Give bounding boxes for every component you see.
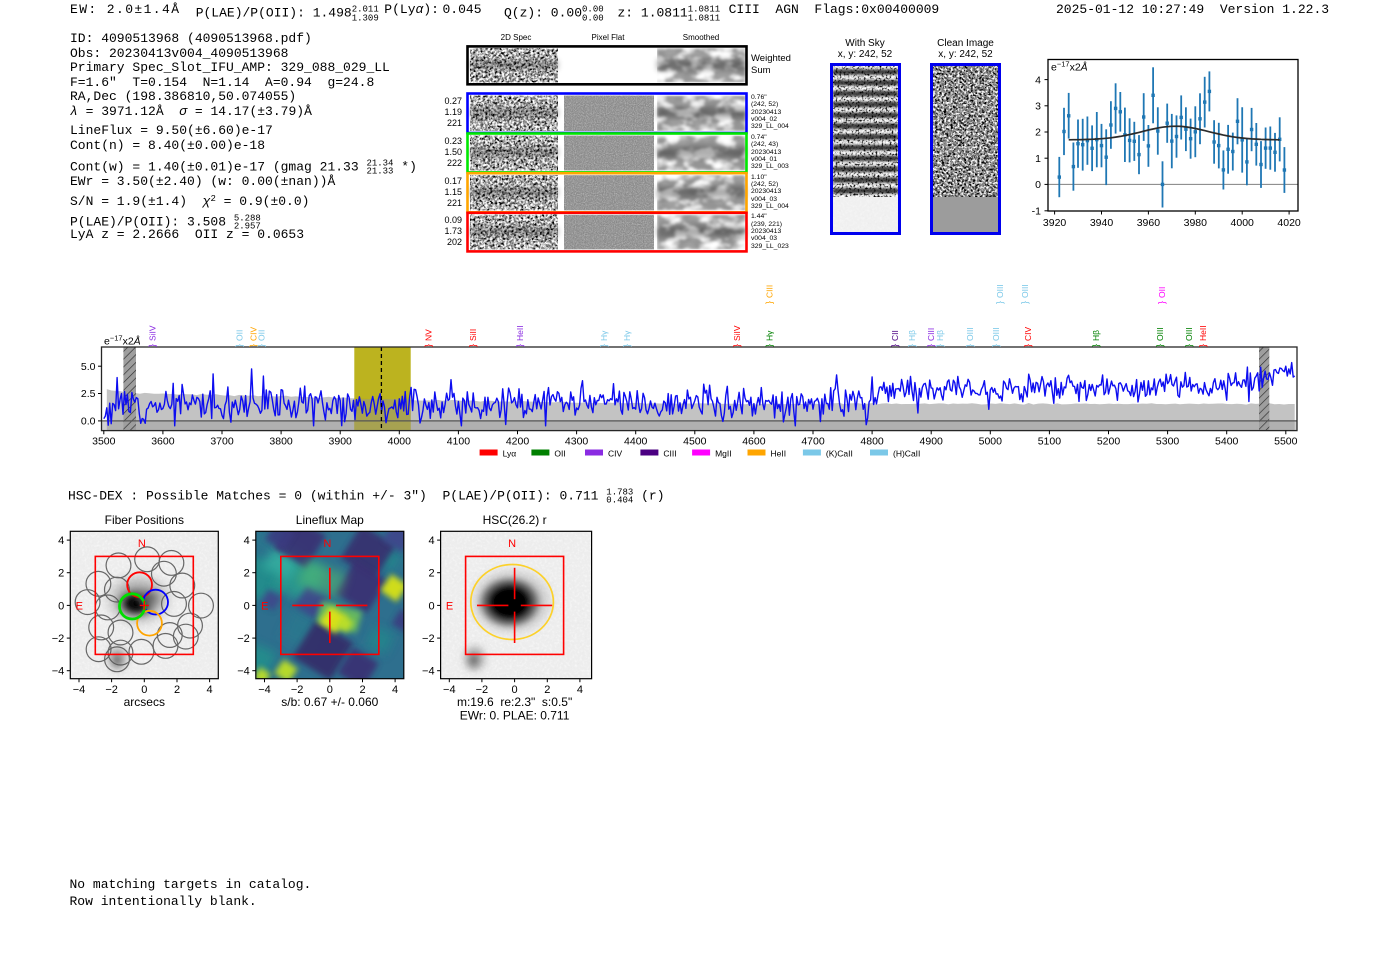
svg-text:−2: −2	[52, 633, 65, 645]
svg-text:HSC(26.2) r: HSC(26.2) r	[483, 513, 547, 527]
svg-text:s/b: 0.67 +/- 0.060: s/b: 0.67 +/- 0.060	[281, 695, 378, 709]
svg-text:0: 0	[58, 600, 64, 612]
svg-text:Fiber Positions: Fiber Positions	[105, 513, 184, 527]
svg-text:0: 0	[244, 600, 250, 612]
svg-text:−2: −2	[105, 684, 118, 696]
svg-text:E: E	[446, 601, 453, 613]
svg-text:N: N	[138, 538, 146, 550]
svg-text:N: N	[508, 538, 516, 550]
svg-text:0: 0	[428, 600, 434, 612]
svg-text:−4: −4	[237, 666, 250, 678]
svg-text:−4: −4	[52, 666, 65, 678]
svg-text:2: 2	[174, 684, 180, 696]
svg-text:2: 2	[428, 568, 434, 580]
svg-text:−4: −4	[258, 684, 271, 696]
svg-text:E: E	[261, 601, 268, 613]
svg-text:4: 4	[58, 535, 64, 547]
svg-text:−2: −2	[422, 633, 435, 645]
svg-text:EWr: 0. PLAE: 0.711: EWr: 0. PLAE: 0.711	[460, 709, 570, 723]
svg-text:Lineflux Map: Lineflux Map	[296, 513, 364, 527]
svg-text:E: E	[76, 601, 83, 613]
svg-text:4: 4	[392, 684, 398, 696]
svg-text:m:19.6 re:2.3" s:0.5": m:19.6 re:2.3" s:0.5"	[457, 695, 572, 709]
svg-text:−4: −4	[422, 666, 435, 678]
svg-text:−2: −2	[237, 633, 250, 645]
svg-text:arcsecs: arcsecs	[124, 695, 165, 709]
svg-text:N: N	[323, 538, 331, 550]
svg-text:4: 4	[428, 535, 434, 547]
svg-text:2: 2	[244, 568, 250, 580]
svg-text:−4: −4	[73, 684, 86, 696]
svg-text:−4: −4	[443, 684, 456, 696]
svg-text:2: 2	[58, 568, 64, 580]
svg-text:4: 4	[207, 684, 213, 696]
svg-text:4: 4	[577, 684, 583, 696]
svg-text:4: 4	[244, 535, 250, 547]
